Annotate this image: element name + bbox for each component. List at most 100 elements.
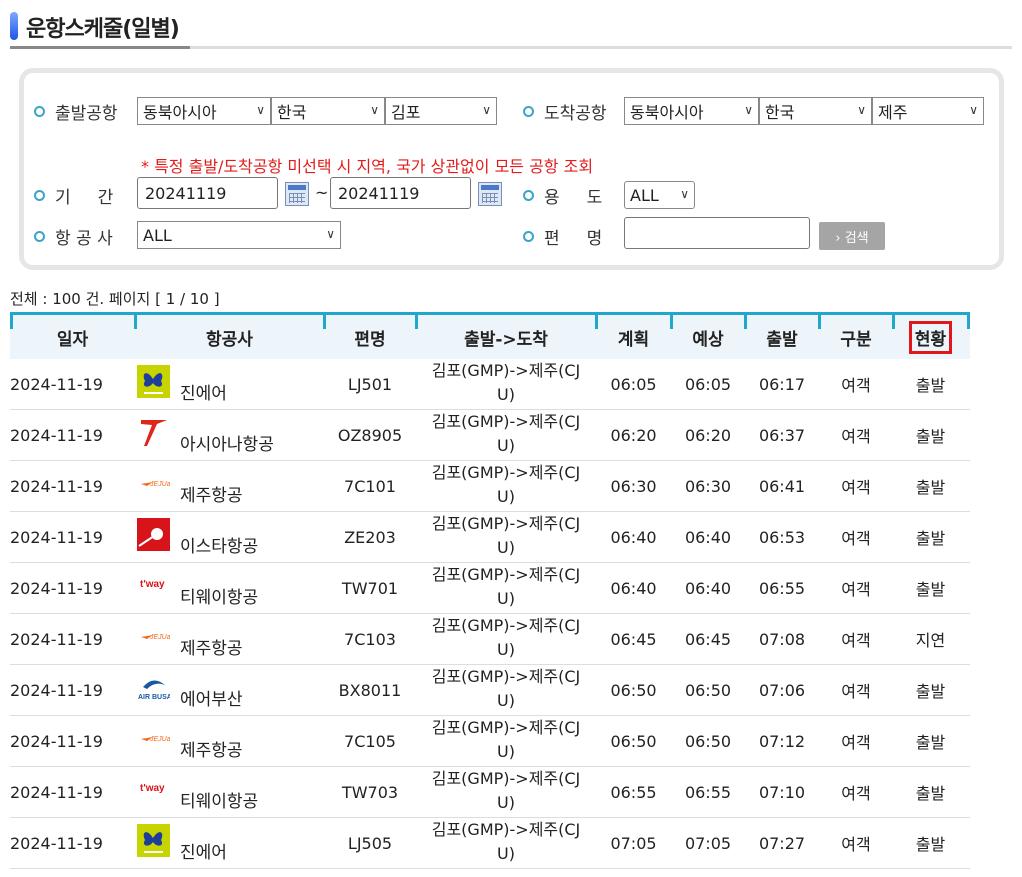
- cell-plan: 06:50: [610, 731, 657, 751]
- bullet-icon: [523, 106, 534, 117]
- cell-status: 출발: [915, 835, 946, 854]
- jejuair-logo: JEJUair: [137, 722, 175, 755]
- header-separator: [323, 315, 326, 329]
- cell-est: 06:50: [684, 680, 732, 700]
- cell-type: 여객: [841, 733, 871, 752]
- cell-date: 2024-11-19: [10, 833, 103, 853]
- departure-label: 출발공항: [34, 99, 118, 124]
- cell-est: 06:05: [684, 374, 732, 394]
- cell-plan: 06:20: [610, 425, 657, 445]
- arrival-country-select[interactable]: 한국 ∨: [759, 97, 872, 125]
- cell-date: 2024-11-19: [10, 527, 103, 547]
- header-separator: [967, 315, 970, 329]
- arrival-label: 도착공항: [523, 99, 607, 124]
- cell-type: 여객: [841, 784, 871, 803]
- cell-est: 06:20: [684, 425, 732, 445]
- col-type: 구분: [840, 329, 872, 350]
- cell-est: 07:05: [684, 833, 732, 853]
- cell-dep: 06:17: [758, 374, 806, 394]
- cell-airline: 제주항공: [180, 486, 243, 506]
- departure-airport-select[interactable]: 김포 ∨: [385, 97, 497, 125]
- table-row: 2024-11-19 t'way 티웨이항공 TW701 김포(GMP)->제주…: [10, 563, 970, 614]
- cell-route: 김포(GMP)->제주(CJ U): [431, 667, 581, 710]
- table-row: 2024-11-19 JEJUair 제주항공 7C101 김포(GMP)->제…: [10, 461, 970, 512]
- purpose-label: 용 도: [523, 183, 602, 208]
- chevron-down-icon: ∨: [969, 103, 978, 117]
- header-separator: [134, 315, 137, 329]
- departure-region-select[interactable]: 동북아시아 ∨: [137, 97, 271, 125]
- cell-date: 2024-11-19: [10, 476, 103, 496]
- cell-plan: 06:55: [610, 782, 657, 802]
- cell-status: 출발: [915, 733, 946, 752]
- cell-route: 김포(GMP)->제주(CJ U): [431, 616, 581, 659]
- airline-select[interactable]: ALL ∨: [137, 221, 341, 249]
- svg-text:t'way: t'way: [140, 579, 165, 590]
- calendar-icon[interactable]: [285, 182, 309, 206]
- header-separator: [818, 315, 821, 329]
- page-title: 운항스케줄(일별): [26, 17, 180, 42]
- search-panel: 출발공항 동북아시아 ∨ 한국 ∨ 김포 ∨ 도착공항 동북아시아 ∨ 한국 ∨ 제주 ∨ …: [19, 68, 1004, 270]
- header-separator: [595, 315, 598, 329]
- jinair-logo: [137, 365, 170, 398]
- cell-est: 06:55: [684, 782, 732, 802]
- cell-airline: 티웨이항공: [180, 588, 259, 608]
- cell-airline: 이스타항공: [180, 537, 259, 557]
- cell-plan: 06:40: [610, 578, 657, 598]
- cell-date: 2024-11-19: [10, 374, 103, 394]
- jejuair-logo: JEJUair: [137, 467, 175, 500]
- svg-text:t'way: t'way: [140, 783, 165, 794]
- bullet-icon: [34, 106, 45, 117]
- cell-dep: 06:55: [758, 578, 806, 598]
- arrival-airport-select[interactable]: 제주 ∨: [872, 97, 984, 125]
- tway-logo: t'way: [137, 773, 170, 806]
- cell-flight: TW701: [341, 578, 399, 598]
- cell-dep: 06:37: [758, 425, 806, 445]
- cell-plan: 06:40: [610, 527, 657, 547]
- date-to-input[interactable]: 20241119: [330, 177, 471, 209]
- header-separator: [415, 315, 418, 329]
- table-row: 2024-11-19 t'way 티웨이항공 TW703 김포(GMP)->제주…: [10, 767, 970, 818]
- date-from-input[interactable]: 20241119: [137, 177, 278, 209]
- chevron-down-icon: ∨: [326, 227, 335, 241]
- cell-flight: LJ505: [347, 833, 393, 853]
- title-marker: [10, 12, 18, 40]
- purpose-select[interactable]: ALL ∨: [624, 181, 695, 209]
- flight-number-input[interactable]: [624, 217, 810, 249]
- date-range-separator: ~: [315, 183, 329, 202]
- cell-status: 출발: [915, 682, 946, 701]
- search-button[interactable]: › 검색: [819, 222, 885, 250]
- chevron-down-icon: ∨: [370, 103, 379, 117]
- title-divider-accent: [10, 46, 190, 49]
- bullet-icon: [34, 231, 45, 242]
- cell-plan: 06:05: [610, 374, 657, 394]
- cell-plan: 06:30: [610, 476, 657, 496]
- bullet-icon: [523, 190, 534, 201]
- cell-flight: OZ8905: [337, 425, 403, 445]
- cell-date: 2024-11-19: [10, 425, 103, 445]
- calendar-icon[interactable]: [478, 182, 502, 206]
- cell-type: 여객: [841, 580, 871, 599]
- cell-route: 김포(GMP)->제주(CJ U): [431, 463, 581, 506]
- cell-flight: BX8011: [338, 680, 402, 700]
- status-header-highlight: 현황: [908, 320, 953, 354]
- cell-airline: 진에어: [180, 843, 227, 863]
- col-status: 현황: [893, 315, 968, 359]
- cell-date: 2024-11-19: [10, 578, 103, 598]
- header-separator: [892, 315, 895, 329]
- cell-status: 출발: [915, 784, 946, 803]
- svg-text:JEJUair: JEJUair: [149, 736, 170, 743]
- departure-country-select[interactable]: 한국 ∨: [271, 97, 385, 125]
- col-route: 출발->도착: [464, 329, 548, 350]
- cell-status: 출발: [915, 529, 946, 548]
- tway-logo: t'way: [137, 569, 170, 602]
- cell-dep: 06:53: [758, 527, 806, 547]
- cell-type: 여객: [841, 376, 871, 395]
- arrival-region-select[interactable]: 동북아시아 ∨: [624, 97, 759, 125]
- col-date: 일자: [56, 329, 89, 350]
- cell-flight: ZE203: [344, 527, 396, 547]
- page-header: 운항스케줄(일별): [10, 6, 1012, 50]
- cell-airline: 제주항공: [180, 741, 243, 761]
- cell-date: 2024-11-19: [10, 629, 103, 649]
- flight-label: 편 명: [523, 224, 602, 249]
- svg-text:JEJUair: JEJUair: [149, 634, 170, 641]
